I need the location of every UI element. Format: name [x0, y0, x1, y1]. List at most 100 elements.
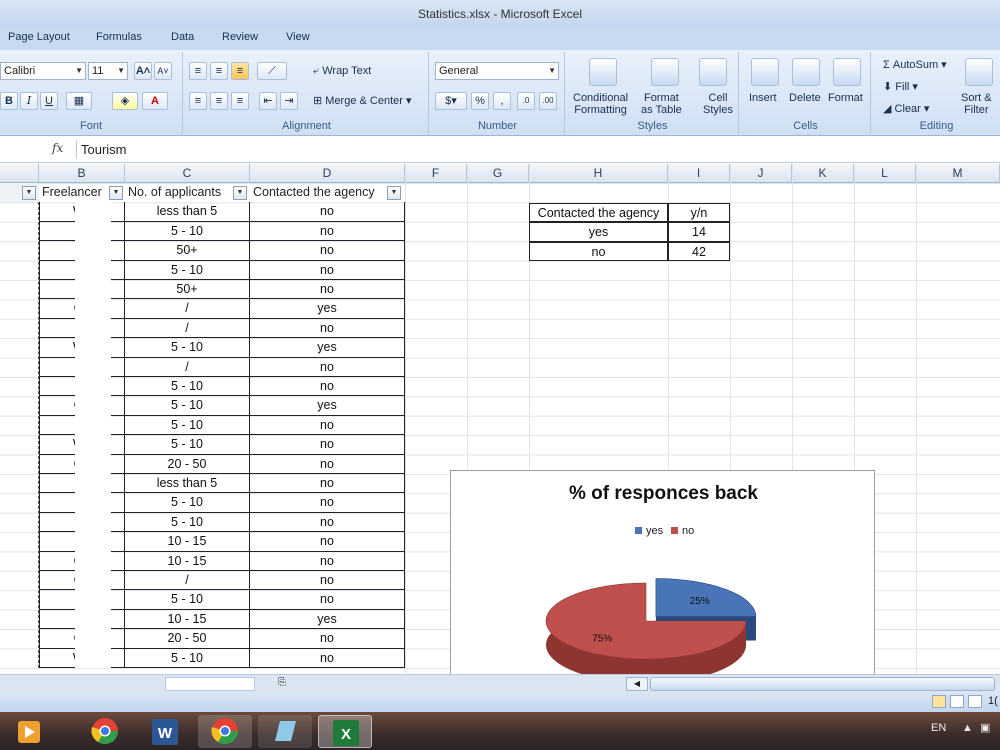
decrease-decimal-icon[interactable]: .00	[539, 92, 557, 110]
tab-data[interactable]: Data	[171, 31, 194, 43]
applicants-cell[interactable]: 20 - 50	[125, 629, 250, 649]
number-format-combo[interactable]: General ▼	[435, 62, 559, 80]
page-break-view-icon[interactable]	[968, 695, 982, 708]
applicants-cell[interactable]: 5 - 10	[125, 377, 250, 397]
word-icon[interactable]: W	[138, 715, 192, 748]
borders-icon[interactable]: ▦	[66, 92, 92, 110]
contacted-cell[interactable]: no	[250, 280, 405, 300]
page-layout-view-icon[interactable]	[950, 695, 964, 708]
format-button[interactable]: Format	[828, 92, 863, 104]
cell-styles-icon[interactable]	[699, 58, 727, 86]
contacted-cell[interactable]: no	[250, 629, 405, 649]
applicants-cell[interactable]: less than 5	[125, 474, 250, 494]
contacted-cell[interactable]: no	[250, 493, 405, 513]
align-left-icon[interactable]: ≡	[189, 92, 207, 110]
horizontal-scrollbar-thumb[interactable]	[650, 677, 995, 691]
contacted-cell[interactable]: no	[250, 221, 405, 242]
tab-review[interactable]: Review	[222, 31, 258, 43]
merge-center-button[interactable]: ⊞ Merge & Center ▾	[313, 94, 412, 107]
column-header-I[interactable]: I	[668, 164, 730, 183]
filter-dropdown-icon[interactable]: ▼	[109, 186, 123, 200]
applicants-cell[interactable]: 5 - 10	[125, 590, 250, 610]
table-header-contacted[interactable]: Contacted the agency ▼	[250, 183, 405, 202]
font-color-icon[interactable]: A	[142, 92, 168, 110]
contacted-cell[interactable]: no	[250, 648, 405, 668]
tray-arrow-icon[interactable]: ▲	[962, 722, 973, 734]
shrink-font-icon[interactable]: A˅	[154, 62, 172, 80]
autosum-button[interactable]: Σ AutoSum ▾	[883, 58, 947, 71]
delete-button[interactable]: Delete	[789, 92, 821, 104]
table-header-applicants[interactable]: No. of applicants ▼	[125, 183, 250, 202]
applicants-cell[interactable]: less than 5	[125, 202, 250, 222]
font-size-combo[interactable]: 11 ▼	[88, 62, 128, 80]
tab-page-layout[interactable]: Page Layout	[8, 31, 70, 43]
orientation-icon[interactable]: ⟋	[257, 62, 287, 80]
applicants-cell[interactable]: 5 - 10	[125, 338, 250, 358]
contacted-cell[interactable]: no	[250, 551, 405, 571]
applicants-cell[interactable]: 5 - 10	[125, 415, 250, 436]
contacted-cell[interactable]: no	[250, 571, 405, 591]
align-middle-icon[interactable]: ≡	[210, 62, 228, 80]
network-icon[interactable]: ▣	[980, 721, 990, 734]
contacted-cell[interactable]: no	[250, 532, 405, 552]
filter-dropdown-icon[interactable]: ▼	[387, 186, 401, 200]
contacted-cell[interactable]: no	[250, 435, 405, 455]
conditional-formatting-button[interactable]: Conditional Formatting	[573, 92, 628, 116]
format-cells-icon[interactable]	[833, 58, 861, 86]
zoom-level[interactable]: 1(	[988, 695, 998, 707]
notes-app-icon[interactable]	[258, 715, 312, 748]
format-table-icon[interactable]	[651, 58, 679, 86]
summary-header-cell[interactable]: Contacted the agency	[529, 202, 668, 223]
chrome-icon[interactable]	[78, 715, 132, 748]
align-right-icon[interactable]: ≡	[231, 92, 249, 110]
contacted-cell[interactable]: yes	[250, 299, 405, 319]
column-header-C[interactable]: C	[125, 164, 250, 183]
insert-button[interactable]: Insert	[749, 92, 777, 104]
table-header-freelancer[interactable]: Freelancer ▼	[39, 183, 125, 202]
scroll-left-icon[interactable]: ◀	[626, 677, 648, 691]
language-indicator[interactable]: EN	[931, 722, 946, 734]
contacted-cell[interactable]: no	[250, 454, 405, 474]
column-header-M[interactable]: M	[916, 164, 1000, 183]
underline-icon[interactable]: U	[40, 92, 58, 110]
applicants-cell[interactable]: 5 - 10	[125, 260, 250, 280]
contacted-cell[interactable]: no	[250, 318, 405, 339]
sort-filter-button[interactable]: Sort & Filter	[961, 92, 992, 116]
column-header-J[interactable]: J	[730, 164, 792, 183]
contacted-cell[interactable]: no	[250, 512, 405, 533]
align-top-icon[interactable]: ≡	[189, 62, 207, 80]
applicants-cell[interactable]: /	[125, 357, 250, 377]
conditional-formatting-icon[interactable]	[589, 58, 617, 86]
applicants-cell[interactable]: 10 - 15	[125, 609, 250, 630]
fill-color-icon[interactable]: ◈	[112, 92, 138, 110]
percent-button[interactable]: %	[471, 92, 489, 110]
applicants-cell[interactable]: 5 - 10	[125, 512, 250, 533]
contacted-cell[interactable]: no	[250, 590, 405, 610]
column-header-B[interactable]: B	[39, 164, 125, 183]
applicants-cell[interactable]: 5 - 10	[125, 396, 250, 416]
currency-icon[interactable]: $▾	[435, 92, 467, 110]
contacted-cell[interactable]: no	[250, 415, 405, 436]
comma-button[interactable]: ,	[493, 92, 511, 110]
contacted-cell[interactable]: no	[250, 474, 405, 494]
font-name-combo[interactable]: Calibri ▼	[0, 62, 86, 80]
applicants-cell[interactable]: 5 - 10	[125, 648, 250, 668]
summary-cell[interactable]: 42	[668, 241, 730, 261]
summary-cell[interactable]: 14	[668, 222, 730, 242]
cell-styles-button[interactable]: Cell Styles	[703, 92, 733, 116]
formula-input[interactable]: Tourism	[76, 140, 996, 159]
media-player-icon[interactable]	[14, 715, 44, 748]
contacted-cell[interactable]: no	[250, 241, 405, 261]
tab-view[interactable]: View	[286, 31, 310, 43]
insert-sheet-icon[interactable]: ⎘	[278, 677, 286, 688]
applicants-cell[interactable]: 5 - 10	[125, 493, 250, 513]
table-header-cell[interactable]: ▼	[0, 183, 39, 203]
applicants-cell[interactable]: /	[125, 318, 250, 339]
column-header-F[interactable]: F	[405, 164, 467, 183]
contacted-cell[interactable]: no	[250, 202, 405, 222]
increase-decimal-icon[interactable]: .0	[517, 92, 535, 110]
filter-dropdown-icon[interactable]: ▼	[22, 186, 36, 200]
increase-indent-icon[interactable]: ⇥	[280, 92, 298, 110]
summary-header-cell[interactable]: y/n	[668, 202, 730, 223]
function-icon[interactable]: fx	[52, 141, 63, 155]
